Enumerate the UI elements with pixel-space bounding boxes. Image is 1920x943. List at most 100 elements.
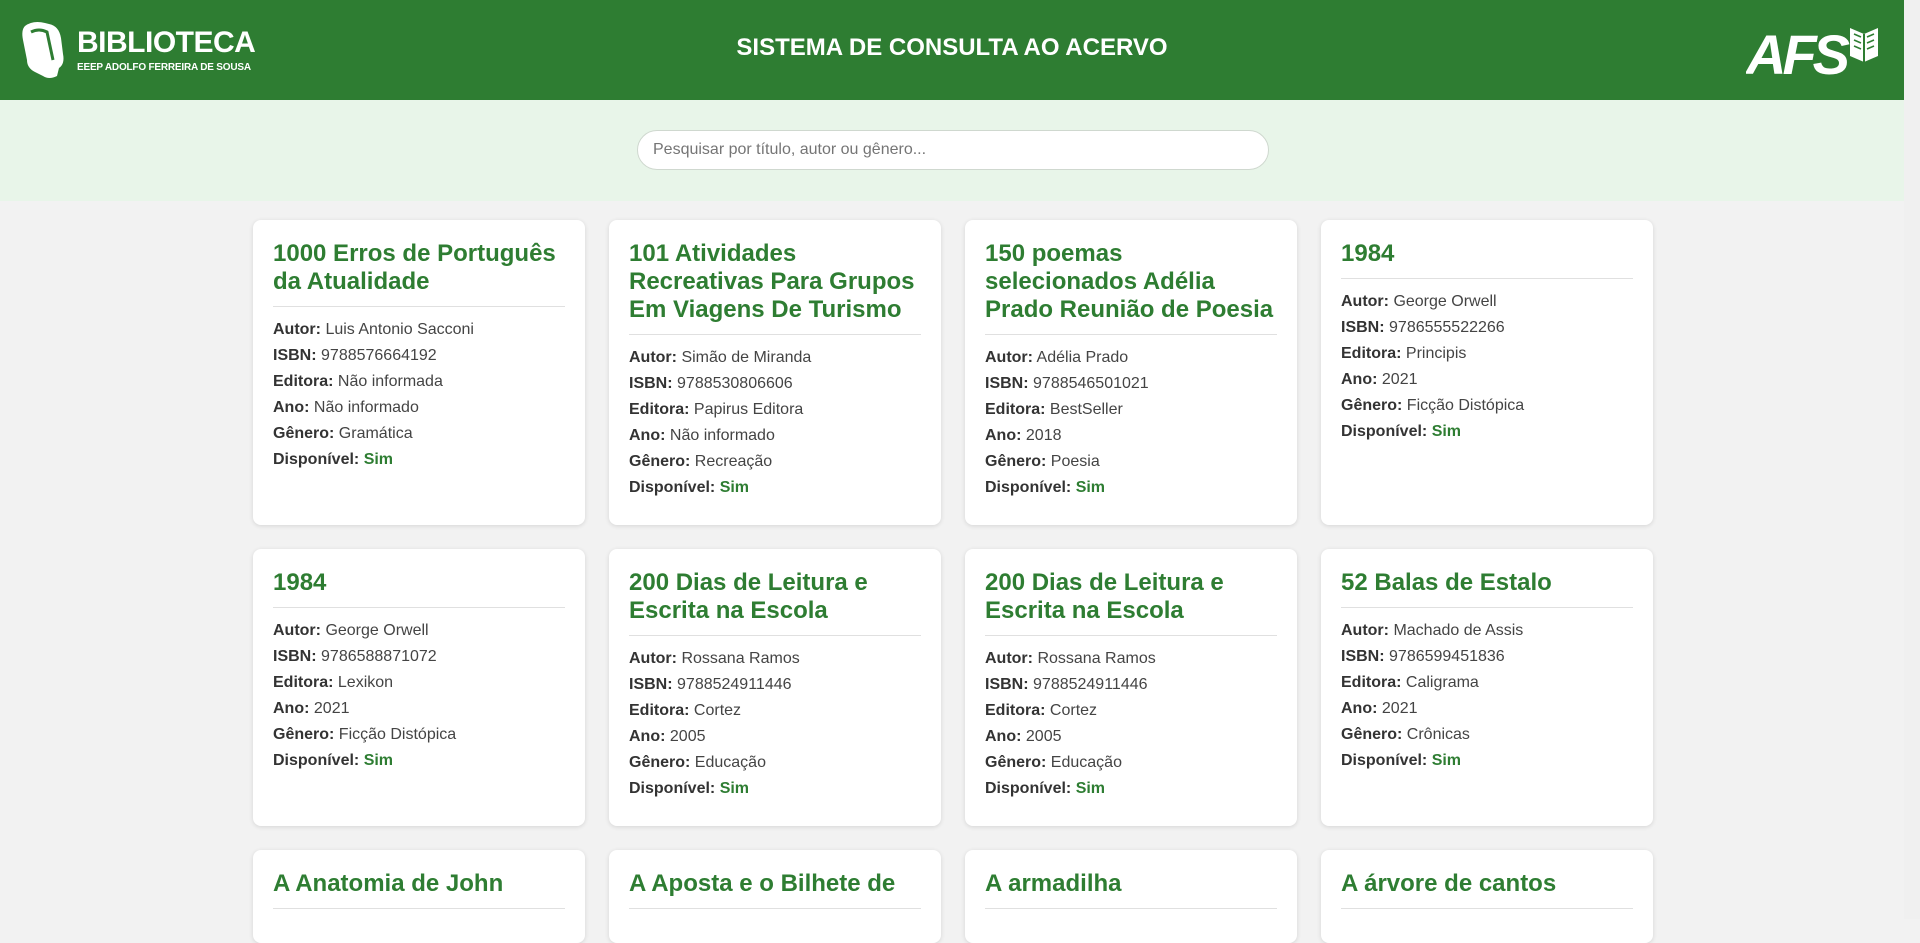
field-label: Gênero: (629, 453, 691, 470)
book-isbn-row: ISBN: 9786599451836 (1341, 644, 1633, 670)
field-label: Gênero: (985, 453, 1047, 470)
book-title[interactable]: 200 Dias de Leitura e Escrita na Escola (629, 569, 921, 636)
book-ano: 2021 (313, 700, 350, 717)
book-editora-row: Editora: Papirus Editora (629, 397, 921, 423)
field-label: Disponível: (629, 479, 716, 496)
field-label: Ano: (629, 427, 666, 444)
field-label: Autor: (985, 349, 1033, 366)
book-autor-row: Autor: Adélia Prado (985, 345, 1277, 371)
book-card[interactable]: 200 Dias de Leitura e Escrita na Escola A… (965, 549, 1297, 826)
book-disponivel-row: Disponível: Sim (273, 447, 565, 473)
field-label: Gênero: (273, 726, 335, 743)
book-title[interactable]: 1984 (1341, 240, 1633, 279)
book-ano-row: Ano: 2005 (629, 724, 921, 750)
book-card[interactable]: A armadilha (965, 850, 1297, 943)
field-label: Ano: (985, 427, 1022, 444)
book-ano: 2005 (1025, 728, 1062, 745)
book-autor: Adélia Prado (1036, 349, 1129, 366)
book-title[interactable]: A árvore de cantos (1341, 870, 1633, 909)
book-autor: Rossana Ramos (681, 650, 800, 667)
book-isbn: 9788524911446 (1033, 676, 1148, 693)
field-label: Autor: (273, 622, 321, 639)
book-editora: Caligrama (1405, 674, 1479, 691)
book-title[interactable]: 200 Dias de Leitura e Escrita na Escola (985, 569, 1277, 636)
field-label: Editora: (985, 702, 1046, 719)
book-ano: 2021 (1381, 700, 1418, 717)
book-card[interactable]: 1000 Erros de Português da Atualidade Aut… (253, 220, 585, 525)
book-card[interactable]: 200 Dias de Leitura e Escrita na Escola A… (609, 549, 941, 826)
book-title[interactable]: 52 Balas de Estalo (1341, 569, 1633, 608)
book-ano: 2018 (1025, 427, 1062, 444)
field-label: Autor: (629, 349, 677, 366)
book-autor-row: Autor: Simão de Miranda (629, 345, 921, 371)
field-label: Gênero: (1341, 726, 1403, 743)
book-disponivel: Sim (719, 479, 750, 496)
book-autor: Luis Antonio Sacconi (325, 321, 474, 338)
book-editora: Não informada (337, 373, 443, 390)
book-title[interactable]: A Aposta e o Bilhete de (629, 870, 921, 909)
book-genero-row: Gênero: Poesia (985, 449, 1277, 475)
field-label: ISBN: (273, 648, 317, 665)
book-card[interactable]: 52 Balas de Estalo Autor: Machado de Assi… (1321, 549, 1653, 826)
book-disponivel: Sim (363, 752, 394, 769)
book-card[interactable]: 1984 Autor: George Orwell ISBN: 9786588871… (253, 549, 585, 826)
book-autor-row: Autor: Machado de Assis (1341, 618, 1633, 644)
field-label: Ano: (985, 728, 1022, 745)
book-card[interactable]: 1984 Autor: George Orwell ISBN: 9786555522… (1321, 220, 1653, 525)
book-grid: 1000 Erros de Português da Atualidade Aut… (253, 220, 1653, 943)
book-title[interactable]: 101 Atividades Recreativas Para Grupos E… (629, 240, 921, 335)
book-title[interactable]: 1000 Erros de Português da Atualidade (273, 240, 565, 307)
field-label: Autor: (1341, 293, 1389, 310)
book-card[interactable]: A Anatomia de John (253, 850, 585, 943)
open-book-icon (1850, 28, 1878, 62)
book-disponivel-row: Disponível: Sim (629, 776, 921, 802)
book-autor-row: Autor: Rossana Ramos (985, 646, 1277, 672)
field-label: ISBN: (1341, 319, 1385, 336)
book-disponivel-row: Disponível: Sim (273, 748, 565, 774)
book-genero-row: Gênero: Recreação (629, 449, 921, 475)
book-genero: Crônicas (1406, 726, 1470, 743)
book-editora: Cortez (1049, 702, 1098, 719)
book-editora: Principis (1405, 345, 1467, 362)
book-editora: BestSeller (1049, 401, 1123, 418)
field-label: Ano: (629, 728, 666, 745)
book-editora-row: Editora: Cortez (985, 698, 1277, 724)
book-ano-row: Ano: 2021 (1341, 696, 1633, 722)
book-title[interactable]: 1984 (273, 569, 565, 608)
book-ano-row: Ano: 2005 (985, 724, 1277, 750)
field-label: Editora: (1341, 674, 1402, 691)
book-card[interactable]: A árvore de cantos (1321, 850, 1653, 943)
field-label: Gênero: (1341, 397, 1403, 414)
book-isbn-row: ISBN: 9788524911446 (629, 672, 921, 698)
field-label: ISBN: (985, 676, 1029, 693)
book-isbn: 9786599451836 (1389, 648, 1505, 665)
book-editora: Papirus Editora (693, 401, 804, 418)
field-label: ISBN: (1341, 648, 1385, 665)
field-label: Ano: (273, 700, 310, 717)
field-label: Autor: (273, 321, 321, 338)
book-isbn: 9788546501021 (1033, 375, 1149, 392)
field-label: Editora: (985, 401, 1046, 418)
search-input[interactable] (637, 130, 1269, 170)
book-ano: Não informado (669, 427, 775, 444)
book-title[interactable]: A armadilha (985, 870, 1277, 909)
afs-logo[interactable]: AFS (1746, 22, 1884, 78)
book-card[interactable]: 101 Atividades Recreativas Para Grupos E… (609, 220, 941, 525)
book-card[interactable]: A Aposta e o Bilhete de (609, 850, 941, 943)
book-genero: Educação (694, 754, 766, 771)
book-title[interactable]: 150 poemas selecionados Adélia Prado Reu… (985, 240, 1277, 335)
page-scrollbar[interactable] (1904, 0, 1920, 919)
book-isbn: 9788530806606 (677, 375, 793, 392)
book-disponivel-row: Disponível: Sim (1341, 748, 1633, 774)
field-label: Ano: (1341, 371, 1378, 388)
book-genero-row: Gênero: Gramática (273, 421, 565, 447)
book-genero: Poesia (1050, 453, 1100, 470)
field-label: Disponível: (629, 780, 716, 797)
book-title[interactable]: A Anatomia de John (273, 870, 565, 909)
field-label: Disponível: (273, 451, 360, 468)
field-label: Editora: (629, 401, 690, 418)
book-ano: Não informado (313, 399, 419, 416)
book-disponivel-row: Disponível: Sim (985, 475, 1277, 501)
book-card[interactable]: 150 poemas selecionados Adélia Prado Reu… (965, 220, 1297, 525)
book-disponivel: Sim (1431, 752, 1462, 769)
